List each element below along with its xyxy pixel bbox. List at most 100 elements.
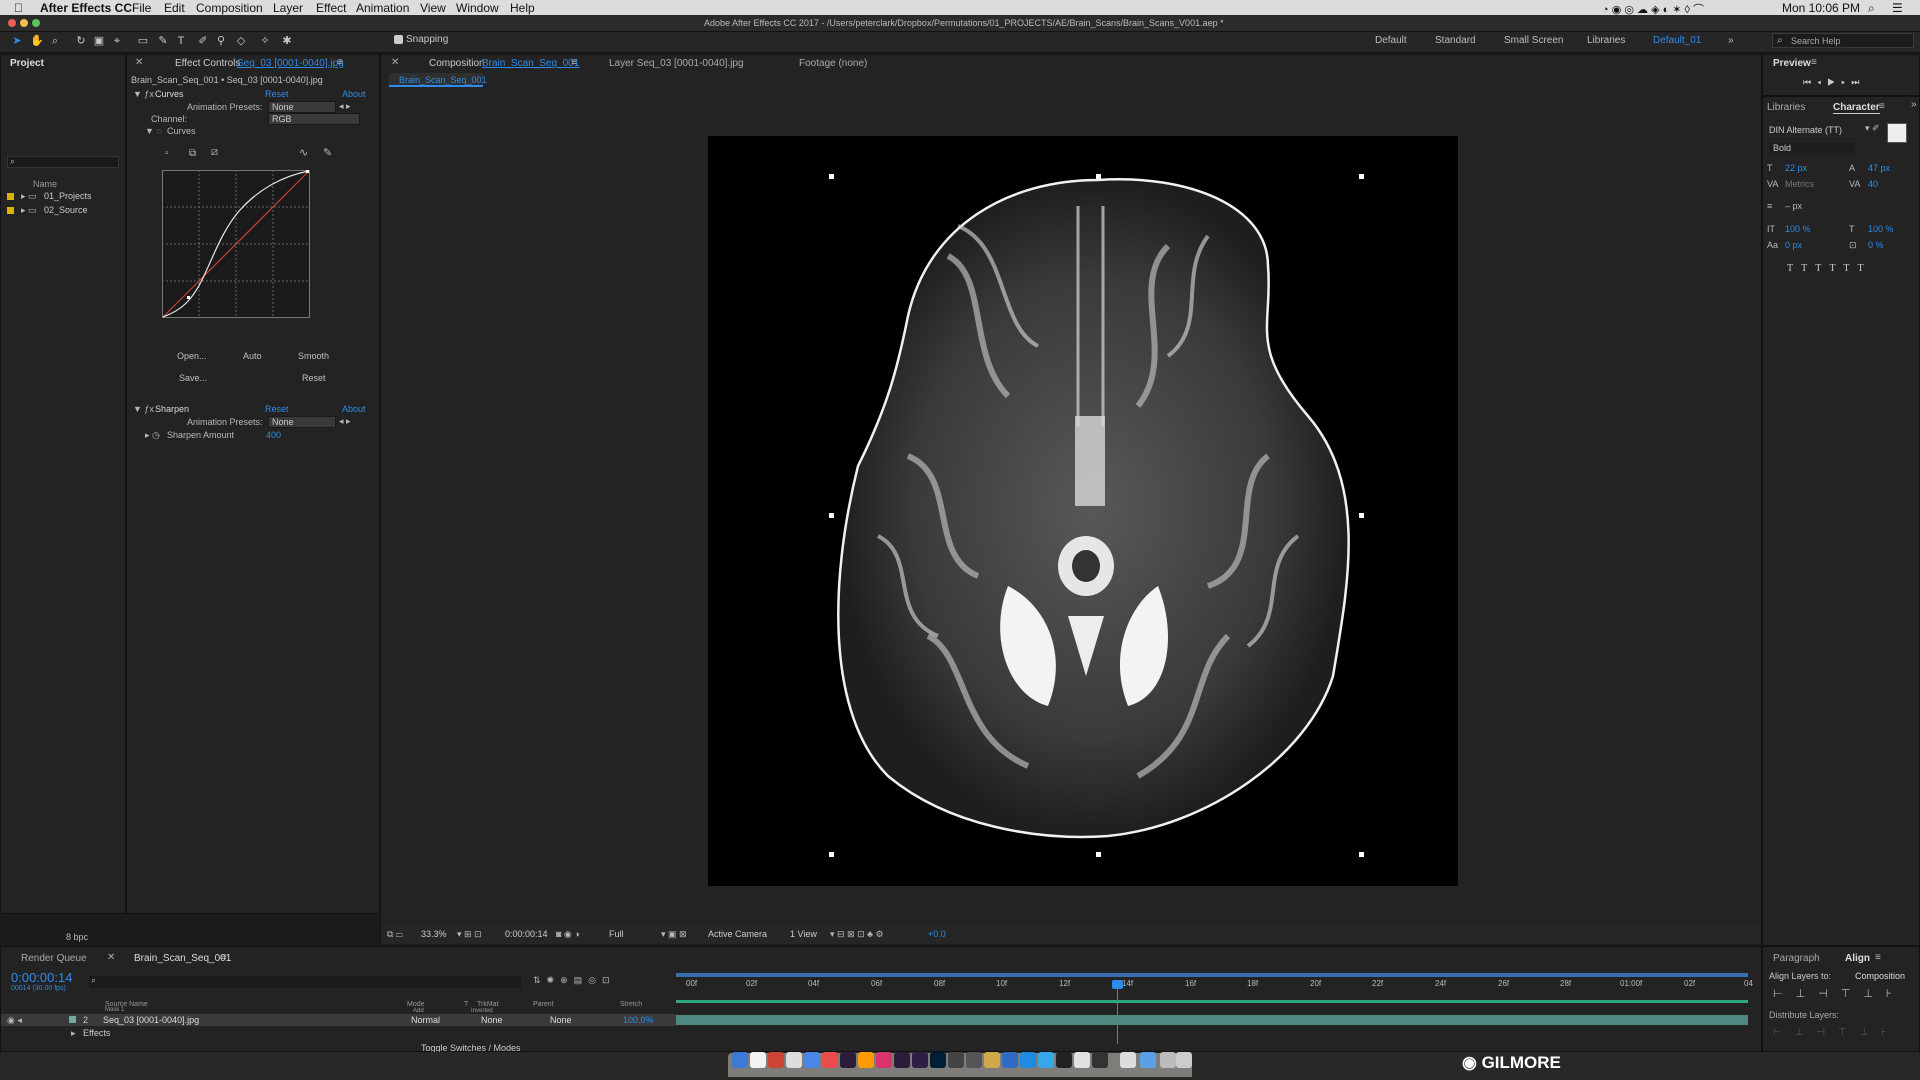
character-tab[interactable]: Character xyxy=(1833,102,1880,114)
photoshop-icon[interactable] xyxy=(930,1052,946,1068)
workspace-small-screen[interactable]: Small Screen xyxy=(1504,35,1563,46)
preview-tab[interactable]: Preview xyxy=(1773,58,1811,69)
panel-menu-icon[interactable]: ≡ xyxy=(221,952,227,963)
app-icon[interactable] xyxy=(786,1052,802,1068)
apple-icon[interactable]:  xyxy=(14,1,23,15)
preset-prev-next-icon[interactable]: ◂ ▸ xyxy=(339,416,351,427)
render-queue-tab[interactable]: Render Queue xyxy=(21,953,87,964)
always-preview-icon[interactable]: ⧉ ▭ xyxy=(387,929,403,940)
graph-size-small-icon[interactable]: ▫ xyxy=(165,148,169,159)
channel-dropdown[interactable]: RGB xyxy=(268,113,360,125)
close-tab-icon[interactable]: ✕ xyxy=(135,57,143,68)
bit-depth-button[interactable]: 8 bpc xyxy=(66,932,88,942)
panel-overflow-icon[interactable]: » xyxy=(1911,99,1917,110)
app-menu[interactable]: After Effects CC xyxy=(40,1,132,15)
clone-stamp-tool-icon[interactable]: ⚲ xyxy=(214,34,228,48)
composition-tab[interactable]: Composition xyxy=(429,58,485,69)
name-column-header[interactable]: Name xyxy=(33,179,57,189)
close-window-icon[interactable] xyxy=(8,19,16,27)
workspace-default-01[interactable]: Default_01 xyxy=(1653,35,1701,46)
label-color-swatch[interactable] xyxy=(69,1016,76,1023)
font-size-value[interactable]: 22 px xyxy=(1785,163,1807,173)
vertical-scale-value[interactable]: 100 % xyxy=(1785,224,1811,234)
app-icon[interactable] xyxy=(966,1052,982,1068)
close-tab-icon[interactable]: ✕ xyxy=(107,952,115,963)
menu-edit[interactable]: Edit xyxy=(164,1,185,15)
graph-size-large-icon[interactable]: ⧄ xyxy=(211,146,218,159)
notification-icon[interactable]: ☰ xyxy=(1892,1,1903,15)
menu-animation[interactable]: Animation xyxy=(356,1,409,15)
sharpen-amount-value[interactable]: 400 xyxy=(266,430,281,440)
project-tab[interactable]: Project xyxy=(10,58,44,69)
region-of-interest-icon[interactable]: ▾ ▣ ⊠ xyxy=(661,929,687,940)
minimize-window-icon[interactable] xyxy=(20,19,28,27)
menu-file[interactable]: File xyxy=(132,1,151,15)
workspace-overflow-icon[interactable]: » xyxy=(1728,35,1734,46)
layer-viewer-tab[interactable]: Layer Seq_03 [0001-0040].jpg xyxy=(609,58,744,69)
indesign-icon[interactable] xyxy=(876,1052,892,1068)
font-family-dropdown[interactable]: DIN Alternate (TT) xyxy=(1769,125,1859,137)
layer-duration-bar[interactable] xyxy=(676,1000,1748,1003)
calendar-icon[interactable] xyxy=(750,1052,766,1068)
libraries-tab[interactable]: Libraries xyxy=(1767,102,1805,113)
after-effects-icon[interactable] xyxy=(840,1052,856,1068)
snapping-checkbox[interactable] xyxy=(394,35,403,44)
curves-save-button[interactable]: Save... xyxy=(179,373,207,383)
brush-tool-icon[interactable]: ✐ xyxy=(196,34,210,48)
app-icon[interactable] xyxy=(1020,1052,1036,1068)
distribute-buttons[interactable]: ⊢⊥⊣⊤⊥⊦ xyxy=(1773,1027,1900,1038)
curves-open-button[interactable]: Open... xyxy=(177,351,207,361)
camera-dropdown[interactable]: Active Camera xyxy=(708,929,767,939)
graph-size-medium-icon[interactable]: ⧉ xyxy=(189,148,196,159)
clock[interactable]: Mon 10:06 PM xyxy=(1782,1,1860,15)
spotlight-icon[interactable]: ⌕ xyxy=(1868,1,1875,16)
curves-smooth-button[interactable]: Smooth xyxy=(298,351,329,361)
align-tab[interactable]: Align xyxy=(1845,953,1870,964)
current-time-display[interactable]: 0:00:00:14 xyxy=(505,929,548,939)
time-ruler[interactable]: 00f 02f 04f 06f 08f 10f 12f 14f 16f 18f … xyxy=(686,979,1753,991)
panel-menu-icon[interactable]: ≡ xyxy=(571,57,577,68)
menu-effect[interactable]: Effect xyxy=(316,1,346,15)
composition-canvas[interactable] xyxy=(708,136,1458,886)
sharpen-reset-link[interactable]: Reset xyxy=(265,404,289,414)
app-icon[interactable] xyxy=(1074,1052,1090,1068)
hand-tool-icon[interactable]: ✋ xyxy=(30,34,44,48)
curves-expand-icon[interactable]: ▼ ƒx xyxy=(133,89,154,99)
animation-presets-dropdown[interactable]: None xyxy=(268,416,336,428)
timeline-search-input[interactable]: ⌕ xyxy=(89,975,521,988)
illustrator-icon[interactable] xyxy=(858,1052,874,1068)
app-icon[interactable] xyxy=(1056,1052,1072,1068)
app-icon[interactable] xyxy=(984,1052,1000,1068)
preset-prev-next-icon[interactable]: ◂ ▸ xyxy=(339,101,351,112)
mask-row-label[interactable]: Mask 1 xyxy=(105,1007,124,1013)
panel-menu-icon[interactable]: ≡ xyxy=(1811,57,1817,68)
puppet-tool-icon[interactable]: ✱ xyxy=(280,34,294,48)
zoom-window-icon[interactable] xyxy=(32,19,40,27)
chrome-icon[interactable] xyxy=(804,1052,820,1068)
fill-color-swatch[interactable] xyxy=(1887,123,1907,143)
baseline-shift-value[interactable]: 0 px xyxy=(1785,240,1802,250)
views-dropdown[interactable]: 1 View xyxy=(790,929,817,939)
stopwatch-icon[interactable]: ▸ ◷ xyxy=(145,430,160,441)
timeline-switches-icons[interactable]: ⇅✺⊕▤◎⊡ xyxy=(533,975,616,986)
project-item-folder[interactable]: ▸ ▭ 01_Projects xyxy=(1,190,125,204)
footage-viewer-tab[interactable]: Footage (none) xyxy=(799,58,867,69)
layer-name[interactable]: Seq_03 [0001-0040].jpg xyxy=(103,1015,199,1025)
parent-dropdown[interactable]: None xyxy=(550,1015,572,1025)
selection-tool-icon[interactable]: ➤ xyxy=(10,34,24,48)
align-to-dropdown[interactable]: Composition xyxy=(1855,971,1905,981)
app-icon[interactable] xyxy=(1002,1052,1018,1068)
work-area-bar[interactable] xyxy=(676,973,1748,977)
menu-composition[interactable]: Composition xyxy=(196,1,263,15)
eyedropper-icon[interactable]: ▾ ✐ xyxy=(1865,123,1880,134)
menu-view[interactable]: View xyxy=(420,1,446,15)
layer-track-bar[interactable] xyxy=(676,1015,1748,1025)
roto-brush-tool-icon[interactable]: ✧ xyxy=(258,34,272,48)
timeline-graph-area[interactable]: 00f 02f 04f 06f 08f 10f 12f 14f 16f 18f … xyxy=(676,972,1753,1052)
app-icon[interactable] xyxy=(768,1052,784,1068)
stretch-value[interactable]: 100.0% xyxy=(623,1015,654,1025)
project-search-input[interactable]: ⌕ xyxy=(7,156,119,168)
animation-presets-dropdown[interactable]: None xyxy=(268,101,336,113)
sharpen-about-link[interactable]: About xyxy=(342,404,366,414)
curves-reset-button[interactable]: Reset xyxy=(302,373,326,383)
